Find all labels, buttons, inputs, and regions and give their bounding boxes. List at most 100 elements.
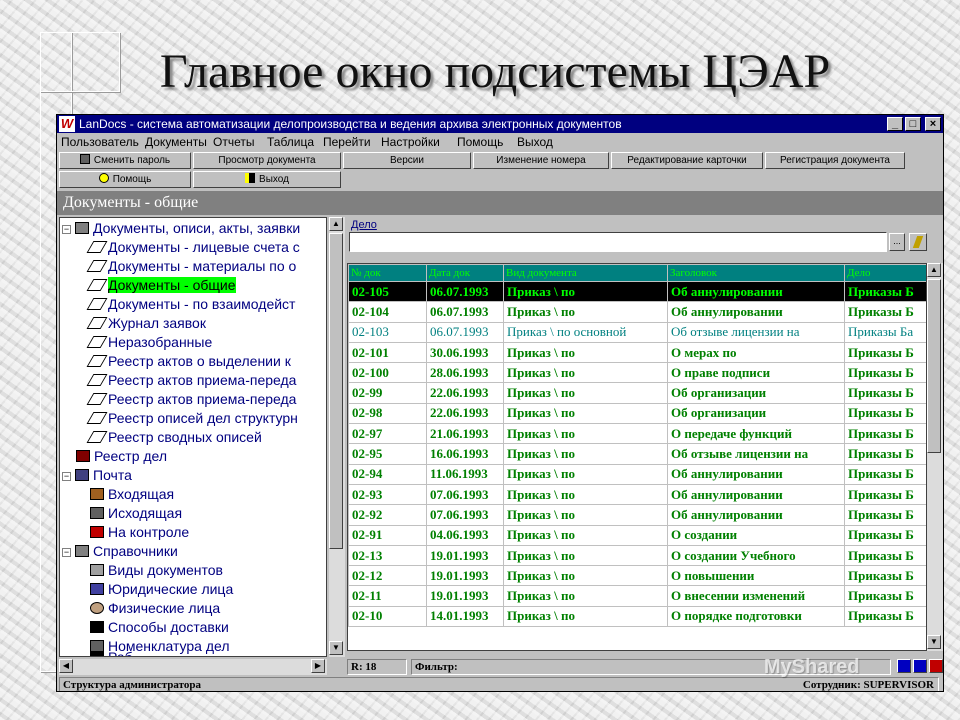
cell-title[interactable]: О праве подписи — [667, 362, 845, 384]
cell-doc-date[interactable]: 22.06.1993 — [426, 382, 504, 404]
cell-title[interactable]: Об аннулировании — [667, 280, 845, 303]
cell-doc-type[interactable]: Приказ \ по — [503, 280, 668, 303]
collapse-icon[interactable]: − — [62, 225, 71, 234]
cell-doc-type[interactable]: Приказ \ по — [503, 605, 668, 628]
cell-title[interactable]: Об аннулировании — [667, 483, 845, 506]
view-document-button[interactable]: Просмотр документа — [193, 152, 341, 169]
cell-doc-type[interactable]: Приказ \ по — [503, 504, 668, 526]
tree-item-inventory-registry[interactable]: Реестр описей дел структурн — [86, 409, 298, 428]
cell-case[interactable]: Приказы Б — [844, 382, 926, 404]
tree-item-documents-group[interactable]: − Документы, описи, акты, заявки — [62, 219, 300, 238]
change-password-button[interactable]: Сменить пароль — [59, 152, 191, 169]
scroll-up-icon[interactable]: ▲ — [329, 217, 343, 231]
tree-item-case-registry[interactable]: Реестр дел — [76, 447, 167, 466]
tree-scroll-thumb[interactable] — [329, 233, 343, 549]
cell-doc-number[interactable]: 02-11 — [348, 585, 427, 607]
cell-case[interactable]: Приказы Б — [844, 524, 926, 546]
cell-case[interactable]: Приказы Ба — [844, 321, 926, 343]
menu-table[interactable]: Таблица — [267, 134, 314, 150]
table-row[interactable]: 02-95 16.06.1993 Приказ \ по Об отзыве лице… — [348, 443, 926, 465]
cell-doc-type[interactable]: Приказ \ по — [503, 483, 668, 506]
cell-doc-date[interactable]: 14.01.1993 — [426, 605, 504, 628]
cell-doc-type[interactable]: Приказ \ по — [503, 382, 668, 404]
cell-title[interactable]: О передаче функций — [667, 423, 845, 445]
cell-case[interactable]: Приказы Б — [844, 443, 926, 465]
scroll-right-icon[interactable]: ▶ — [311, 659, 325, 673]
cell-doc-date[interactable]: 19.01.1993 — [426, 544, 504, 567]
cell-doc-number[interactable]: 02-10 — [348, 605, 427, 628]
cell-case[interactable]: Приказы Б — [844, 463, 926, 485]
scroll-down-icon[interactable]: ▼ — [927, 635, 941, 649]
edit-card-button[interactable]: Редактирование карточки — [611, 152, 763, 169]
cell-case[interactable]: Приказы Б — [844, 362, 926, 384]
menu-exit[interactable]: Выход — [517, 134, 553, 150]
cell-doc-number[interactable]: 02-95 — [348, 443, 427, 465]
cell-title[interactable]: О мерах по — [667, 341, 845, 364]
cell-doc-type[interactable]: Приказ \ по — [503, 402, 668, 425]
menu-reports[interactable]: Отчеты — [213, 134, 254, 150]
table-row[interactable]: 02-103 06.07.1993 Приказ \ по основной Об о… — [348, 321, 926, 343]
collapse-icon[interactable]: − — [62, 548, 71, 557]
tree-item-general[interactable]: Документы - общие — [86, 276, 236, 295]
cell-doc-number[interactable]: 02-99 — [348, 382, 427, 404]
menu-settings[interactable]: Настройки — [381, 134, 440, 150]
cell-doc-number[interactable]: 02-93 — [348, 483, 427, 506]
cell-case[interactable]: Приказы Б — [844, 544, 926, 567]
tree-item-materials[interactable]: Документы - материалы по о — [86, 257, 296, 276]
tree-item-outbox[interactable]: Исходящая — [90, 504, 182, 523]
table-row[interactable]: 02-98 22.06.1993 Приказ \ по Об организации… — [348, 402, 926, 425]
tree-item-directories[interactable]: − Справочники — [62, 542, 178, 561]
grid-scroll-thumb[interactable] — [927, 279, 941, 453]
cell-doc-date[interactable]: 30.06.1993 — [426, 341, 504, 364]
cell-doc-date[interactable]: 21.06.1993 — [426, 423, 504, 445]
table-row[interactable]: 02-100 28.06.1993 Приказ \ по О праве подпи… — [348, 362, 926, 384]
cell-doc-number[interactable]: 02-92 — [348, 504, 427, 526]
tree-horizontal-scrollbar[interactable]: ◀ ▶ — [59, 659, 327, 675]
cell-doc-number[interactable]: 02-104 — [348, 301, 427, 323]
tree-item-legal-entities[interactable]: Юридические лица — [90, 580, 233, 599]
cell-title[interactable]: Об аннулировании — [667, 504, 845, 526]
cell-doc-type[interactable]: Приказ \ по — [503, 524, 668, 546]
cell-case[interactable]: Приказы Б — [844, 423, 926, 445]
nav-prev-icon[interactable] — [913, 659, 927, 673]
tree-item-unsorted[interactable]: Неразобранные — [86, 333, 212, 352]
collapse-icon[interactable]: − — [62, 472, 71, 481]
change-number-button[interactable]: Изменение номера — [473, 152, 609, 169]
cell-doc-type[interactable]: Приказ \ по — [503, 585, 668, 607]
cell-doc-number[interactable]: 02-105 — [348, 280, 427, 303]
cell-doc-date[interactable]: 07.06.1993 — [426, 483, 504, 506]
cell-doc-date[interactable]: 19.01.1993 — [426, 585, 504, 607]
tree-item-transfer-acts-1[interactable]: Реестр актов приема-переда — [86, 371, 296, 390]
cell-title[interactable]: Об отзыве лицензии на — [667, 443, 845, 465]
menu-user[interactable]: Пользователь — [61, 134, 139, 150]
tree-item-allocation-acts[interactable]: Реестр актов о выделении к — [86, 352, 291, 371]
cell-case[interactable]: Приказы Б — [844, 341, 926, 364]
table-row[interactable]: 02-99 22.06.1993 Приказ \ по Об организации… — [348, 382, 926, 404]
cell-doc-number[interactable]: 02-97 — [348, 423, 427, 445]
cell-title[interactable]: О порядке подготовки — [667, 605, 845, 628]
tree-item-doc-types[interactable]: Виды документов — [90, 561, 223, 580]
table-row[interactable]: 02-97 21.06.1993 Приказ \ по О передаче фун… — [348, 423, 926, 445]
tree-item-transfer-acts-2[interactable]: Реестр актов приема-переда — [86, 390, 296, 409]
cell-doc-type[interactable]: Приказ \ по — [503, 544, 668, 567]
cell-doc-type[interactable]: Приказ \ по — [503, 362, 668, 384]
column-header-doc-date[interactable]: Дата док — [426, 264, 504, 282]
cell-doc-number[interactable]: 02-100 — [348, 362, 427, 384]
cell-doc-type[interactable]: Приказ \ по — [503, 443, 668, 465]
cell-title[interactable]: О внесении изменений — [667, 585, 845, 607]
cell-doc-type[interactable]: Приказ \ по основной — [503, 321, 668, 343]
cell-doc-date[interactable]: 06.07.1993 — [426, 321, 504, 343]
maximize-button[interactable]: □ — [905, 117, 921, 131]
cell-case[interactable]: Приказы Б — [844, 585, 926, 607]
tree-vertical-scrollbar[interactable]: ▲ ▼ — [329, 217, 345, 657]
scroll-left-icon[interactable]: ◀ — [59, 659, 73, 673]
tree-item-delivery-methods[interactable]: Способы доставки — [90, 618, 229, 637]
cell-doc-date[interactable]: 11.06.1993 — [426, 463, 504, 485]
cell-doc-type[interactable]: Приказ \ по — [503, 565, 668, 587]
cell-doc-date[interactable]: 16.06.1993 — [426, 443, 504, 465]
help-button[interactable]: Помощь — [59, 171, 191, 188]
menu-help[interactable]: Помощь — [457, 134, 503, 150]
cell-title[interactable]: Об аннулировании — [667, 463, 845, 485]
cell-doc-date[interactable]: 19.01.1993 — [426, 565, 504, 587]
table-row[interactable]: 02-105 06.07.1993 Приказ \ по Об аннулирова… — [348, 280, 926, 303]
